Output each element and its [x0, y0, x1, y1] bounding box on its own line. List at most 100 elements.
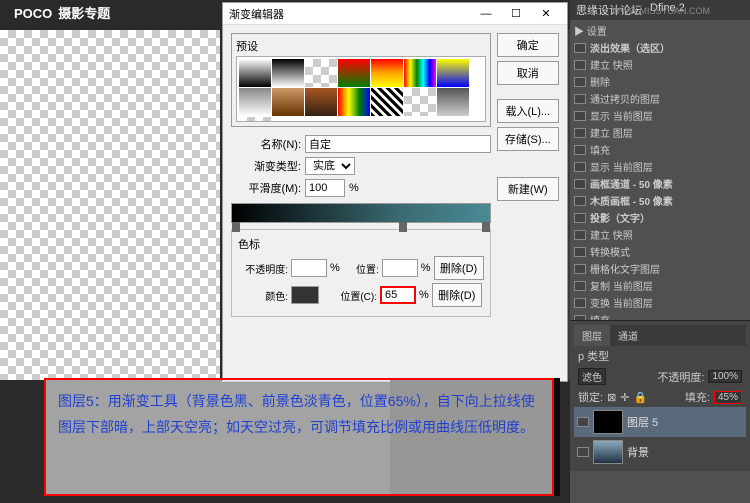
stops-title: 色标 [238, 236, 484, 252]
history-item[interactable]: 变换 当前图层 [572, 294, 748, 311]
gradient-swatch[interactable] [404, 59, 436, 87]
gradient-swatch[interactable] [305, 59, 337, 87]
history-item[interactable]: 填充 [572, 141, 748, 158]
smoothness-input[interactable] [305, 179, 345, 197]
history-item[interactable]: 显示 当前图层 [572, 158, 748, 175]
gradient-swatch[interactable] [371, 88, 403, 116]
annotation-box: 图层5：用渐变工具（背景色黑、前景色淡青色，位置65%），自下向上拉线使图层下部… [44, 378, 554, 496]
visibility-icon[interactable] [574, 77, 586, 87]
gradient-swatch[interactable] [305, 88, 337, 116]
visibility-icon[interactable] [574, 264, 586, 274]
gradient-swatch[interactable] [272, 59, 304, 87]
history-item[interactable]: 转换模式 [572, 243, 748, 260]
color-stop[interactable] [482, 222, 490, 232]
layers-tab[interactable]: 图层 [574, 325, 610, 346]
history-item[interactable]: 显示 当前图层 [572, 107, 748, 124]
history-list[interactable]: ▶ 设置 淡出效果（选区）建立 快照删除通过拷贝的图层显示 当前图层建立 图层填… [570, 20, 750, 320]
canvas-area[interactable] [0, 30, 220, 380]
type-select[interactable]: 实底 [305, 157, 355, 175]
history-item[interactable]: 复制 当前图层 [572, 277, 748, 294]
dialog-title: 渐变编辑器 [229, 6, 471, 22]
gradient-swatch[interactable] [239, 59, 271, 87]
history-item[interactable]: 淡出效果（选区） [572, 39, 748, 56]
stops-section: 色标 不透明度: % 位置: % 删除(D) 颜色: 位置(C): % [231, 229, 491, 317]
color-stop[interactable] [232, 222, 240, 232]
gradient-swatch[interactable] [404, 88, 436, 116]
history-item[interactable]: 填充 [572, 311, 748, 320]
maximize-button[interactable]: ☐ [501, 4, 531, 24]
settings-row[interactable]: ▶ 设置 [574, 23, 607, 38]
new-button[interactable]: 新建(W) [497, 177, 559, 201]
blend-mode-select[interactable]: 滤色 [578, 368, 606, 385]
visibility-icon[interactable] [574, 111, 586, 121]
opacity-input[interactable] [291, 259, 327, 277]
visibility-icon[interactable] [574, 315, 586, 321]
position-input[interactable] [382, 259, 418, 277]
visibility-icon[interactable] [574, 230, 586, 240]
gradient-swatch[interactable] [437, 59, 469, 87]
preset-swatches[interactable] [236, 56, 486, 122]
position-label: 位置: [343, 261, 379, 276]
history-item[interactable]: 建立 图层 [572, 124, 748, 141]
load-button[interactable]: 载入(L)... [497, 99, 559, 123]
gradient-swatch[interactable] [371, 59, 403, 87]
save-button[interactable]: 存储(S)... [497, 127, 559, 151]
color-stop[interactable] [399, 222, 407, 232]
lock-icon[interactable]: ⊠ [607, 391, 616, 404]
visibility-icon[interactable] [574, 43, 586, 53]
layer-row[interactable]: 背景 [574, 437, 746, 467]
smoothness-label: 平滑度(M): [231, 180, 301, 196]
visibility-icon[interactable] [574, 162, 586, 172]
ok-button[interactable]: 确定 [497, 33, 559, 57]
name-input[interactable] [305, 135, 491, 153]
history-item[interactable]: 建立 快照 [572, 56, 748, 73]
gradient-swatch[interactable] [272, 88, 304, 116]
visibility-icon[interactable] [574, 145, 586, 155]
history-item[interactable]: 建立 快照 [572, 226, 748, 243]
history-item[interactable]: 删除 [572, 73, 748, 90]
minimize-button[interactable]: — [471, 4, 501, 24]
delete-button[interactable]: 删除(D) [434, 256, 484, 280]
lock-icon[interactable]: ✛ [620, 391, 629, 404]
position-c-label: 位置(C): [333, 288, 377, 303]
gradient-swatch[interactable] [239, 88, 271, 116]
gradient-swatch[interactable] [437, 88, 469, 116]
visibility-icon[interactable] [574, 94, 586, 104]
history-item[interactable]: 通过拷贝的图层 [572, 90, 748, 107]
layer-thumb[interactable] [593, 410, 623, 434]
history-item[interactable]: 木质画框 - 50 像素 [572, 192, 748, 209]
visibility-icon[interactable] [574, 247, 586, 257]
color-swatch[interactable] [291, 286, 319, 304]
visibility-icon[interactable] [577, 447, 589, 457]
history-item[interactable]: 画框通道 - 50 像素 [572, 175, 748, 192]
visibility-icon[interactable] [574, 196, 586, 206]
gradient-swatch[interactable] [338, 88, 370, 116]
visibility-icon[interactable] [574, 128, 586, 138]
lock-icon[interactable]: 🔒 [634, 391, 648, 404]
cancel-button[interactable]: 取消 [497, 61, 559, 85]
opacity-value[interactable]: 100% [708, 370, 742, 383]
layer-thumb[interactable] [593, 440, 623, 464]
gradient-swatch[interactable] [338, 59, 370, 87]
visibility-icon[interactable] [574, 213, 586, 223]
close-button[interactable]: ✕ [531, 4, 561, 24]
channels-tab[interactable]: 通道 [610, 325, 646, 346]
fill-value[interactable]: 45% [714, 391, 742, 404]
gradient-bar[interactable] [231, 203, 491, 223]
gradient-editor-dialog: 渐变编辑器 — ☐ ✕ 预设 [222, 2, 568, 382]
type-label: 渐变类型: [231, 158, 301, 174]
history-item[interactable]: 栅格化文字图层 [572, 260, 748, 277]
history-item[interactable]: 投影（文字） [572, 209, 748, 226]
visibility-icon[interactable] [574, 179, 586, 189]
preset-label: 预设 [236, 38, 486, 54]
visibility-icon[interactable] [574, 281, 586, 291]
visibility-icon[interactable] [574, 60, 586, 70]
delete-button[interactable]: 删除(D) [432, 283, 482, 307]
layer-row-active[interactable]: 图层 5 [574, 407, 746, 437]
preset-group: 预设 [231, 33, 491, 127]
visibility-icon[interactable] [574, 298, 586, 308]
gradient-swatch[interactable] [239, 117, 271, 122]
dialog-titlebar[interactable]: 渐变编辑器 — ☐ ✕ [223, 3, 567, 25]
position-c-input[interactable] [380, 286, 416, 304]
visibility-icon[interactable] [577, 417, 589, 427]
